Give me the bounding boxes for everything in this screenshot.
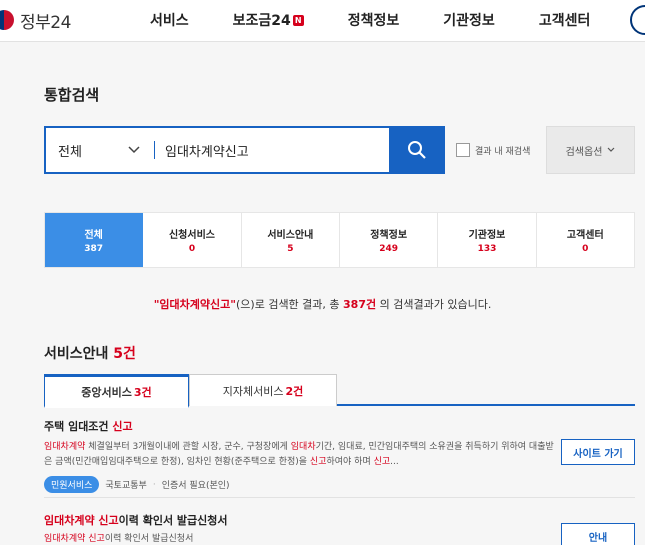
tab-count: 133	[477, 244, 497, 254]
tab-central-services[interactable]: 중앙서비스 3건	[44, 374, 189, 408]
main-menu: 서비스 보조금24 N 정책정보 기관정보 고객센터	[150, 10, 634, 30]
service-type-badge: 민원서비스	[44, 476, 100, 493]
search-within-results-label: 결과 내 재검색	[475, 146, 531, 157]
desc-highlight: 임대차계약 신고	[44, 534, 105, 544]
tab-label: 신청서비스	[168, 230, 215, 241]
section-title-text: 서비스안내	[44, 346, 109, 362]
divider	[154, 141, 155, 159]
search-scope-select[interactable]: 전체	[46, 141, 154, 160]
menu-item-customer-center[interactable]: 고객센터	[539, 10, 591, 30]
top-navigation: 정부24 서비스 보조금24 N 정책정보 기관정보 고객센터	[0, 0, 645, 42]
result-item: 임대차계약 신고이력 확인서 발급신청서 임대차계약 신고이력 확인서 발급신청…	[44, 512, 635, 545]
menu-label: 기관정보	[443, 13, 495, 29]
menu-item-agency[interactable]: 기관정보	[443, 10, 495, 30]
section-title: 서비스안내 5건	[44, 343, 136, 363]
search-within-results[interactable]: 결과 내 재검색	[456, 143, 530, 157]
desc-text: 하여야 하며	[326, 457, 374, 467]
tab-count: 249	[379, 244, 399, 254]
tab-count: 387	[84, 244, 104, 254]
desc-highlight: 신고	[309, 457, 327, 467]
site-go-button[interactable]: 사이트 가기	[561, 439, 635, 465]
result-description: 임대차계약 체결일부터 3개월이내에 관할 시장, 군수, 구청장에게 임대차기…	[44, 440, 554, 470]
scope-value: 전체	[58, 144, 82, 160]
search-icon	[408, 141, 426, 159]
tab-count: 0	[582, 244, 589, 254]
menu-item-policy[interactable]: 정책정보	[348, 10, 400, 30]
result-org: 국토교통부	[105, 481, 147, 491]
tab-local-services[interactable]: 지자체서비스 2건	[189, 374, 337, 406]
search-options-button[interactable]: 검색옵션	[546, 126, 635, 174]
tab-label: 정책정보	[370, 230, 408, 241]
menu-label: 고객센터	[538, 13, 591, 29]
options-label: 검색옵션	[565, 146, 603, 158]
search-bar: 전체	[44, 126, 445, 174]
tab-customer-center[interactable]: 고객센터 0	[537, 213, 634, 267]
tab-label: 지자체서비스	[222, 384, 284, 398]
tab-policy-info[interactable]: 정책정보 249	[340, 213, 439, 267]
tab-label: 고객센터	[566, 230, 604, 241]
tab-label: 기관정보	[468, 230, 506, 241]
result-item: 주택 임대조건 신고 임대차계약 체결일부터 3개월이내에 관할 시장, 군수,…	[44, 418, 635, 493]
desc-text: 이력 확인서 발급신청서	[104, 534, 194, 544]
menu-item-services[interactable]: 서비스	[150, 10, 189, 30]
menu-label: 정책정보	[347, 13, 400, 29]
row-divider	[44, 497, 635, 498]
tab-count: 3건	[133, 385, 152, 399]
result-meta: 민원서비스 국토교통부 · 인증서 필요(본인)	[44, 476, 635, 493]
result-title[interactable]: 임대차계약 신고이력 확인서 발급신청서	[44, 512, 635, 528]
meta-separator: ·	[152, 479, 156, 490]
taegeuk-emblem-icon	[0, 10, 14, 30]
tab-agency-info[interactable]: 기관정보 133	[438, 213, 537, 267]
search-within-results-checkbox[interactable]	[456, 143, 470, 157]
search-summary: "임대차계약신고"(으)로 검색한 결과, 총 387건 의 검색결과가 있습니…	[0, 296, 645, 312]
result-title-text: 이력 확인서 발급신청서	[118, 514, 228, 527]
result-title-highlight: 임대차계약 신고	[44, 514, 119, 527]
service-subtabs: 중앙서비스 3건 지자체서비스 2건	[44, 374, 635, 408]
tab-label: 전체	[84, 230, 103, 241]
summary-text: (으)로 검색한 결과, 총	[236, 298, 344, 311]
menu-label: 보조금24	[232, 13, 291, 29]
tab-label: 서비스안내	[267, 230, 314, 241]
result-title-text: 주택 임대조건	[44, 420, 113, 433]
summary-text: 의 검색결과가 있습니다.	[376, 298, 492, 311]
tab-label: 중앙서비스	[81, 385, 132, 399]
category-tabs: 전체 387 신청서비스 0 서비스안내 5 정책정보 249 기관정보 133 고객센터…	[44, 212, 635, 268]
result-title[interactable]: 주택 임대조건 신고	[44, 418, 635, 434]
desc-text: ...	[390, 457, 399, 467]
chevron-down-icon	[128, 144, 140, 157]
tab-count: 2건	[285, 384, 304, 398]
desc-text: 체결일부터 3개월이내에 관할 시장, 군수, 구청장에게	[85, 442, 291, 452]
result-cert: 인증서 필요(본인)	[161, 481, 230, 491]
result-title-highlight: 신고	[112, 420, 133, 433]
tab-count: 5	[287, 244, 294, 254]
tab-apply-services[interactable]: 신청서비스 0	[143, 213, 242, 267]
tab-service-guide[interactable]: 서비스안내 5	[242, 213, 340, 267]
menu-label: 서비스	[150, 13, 189, 29]
new-badge: N	[292, 14, 304, 26]
logo-text: 정부24	[20, 12, 71, 33]
section-count: 5건	[113, 346, 136, 362]
guide-button[interactable]: 안내	[561, 523, 635, 545]
desc-highlight: 신고	[373, 457, 391, 467]
page-title: 통합검색	[44, 86, 100, 104]
desc-highlight: 임대차	[290, 442, 316, 452]
search-button[interactable]	[389, 126, 445, 174]
result-description: 임대차계약 신고이력 확인서 발급신청서	[44, 532, 554, 545]
menu-item-subsidy24[interactable]: 보조금24 N	[233, 10, 304, 30]
summary-total: 387건	[343, 298, 377, 311]
site-logo[interactable]: 정부24	[0, 8, 71, 33]
summary-query: "임대차계약신고"	[153, 298, 236, 311]
desc-highlight: 임대차계약	[44, 442, 86, 452]
chevron-down-icon	[607, 145, 615, 155]
tab-count: 0	[188, 244, 196, 254]
tab-all[interactable]: 전체 387	[45, 213, 144, 267]
